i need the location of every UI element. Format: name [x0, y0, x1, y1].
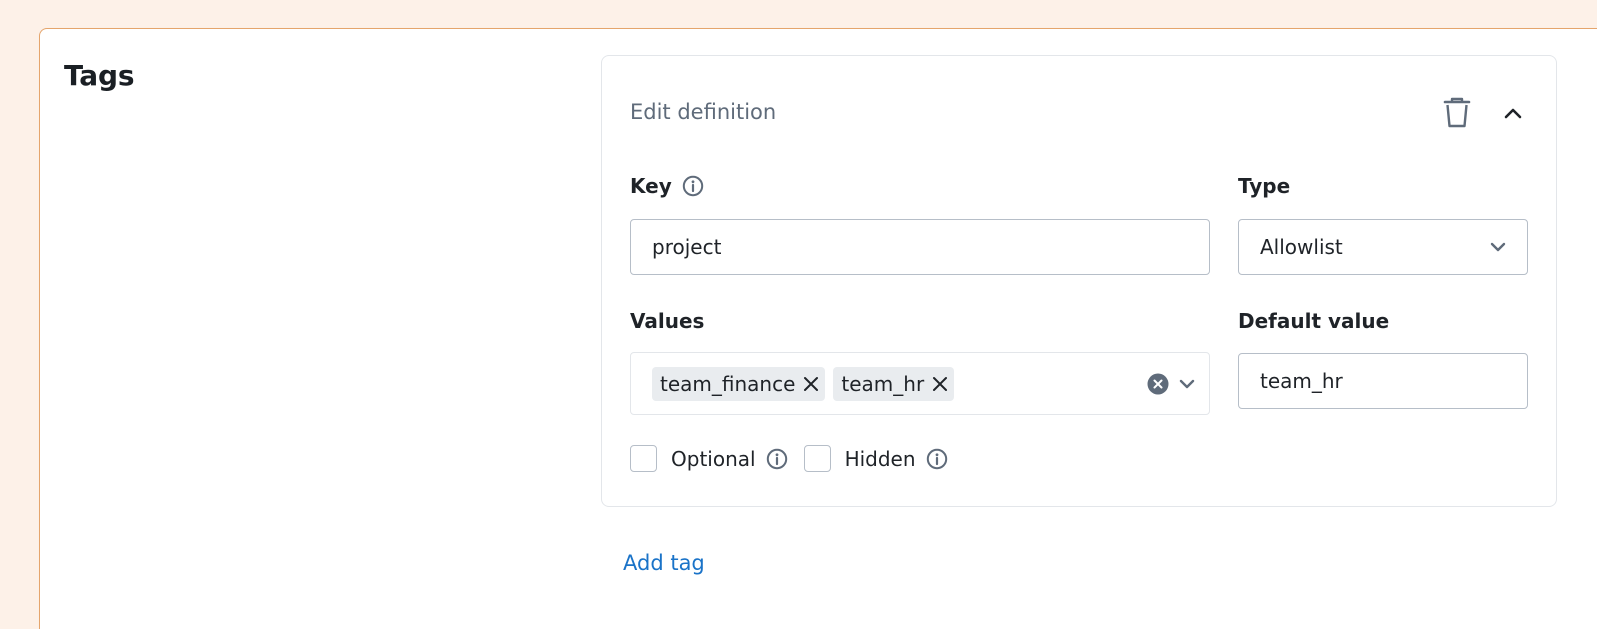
delete-definition-button[interactable]	[1437, 93, 1477, 133]
info-icon[interactable]	[926, 448, 948, 470]
card-title: Edit definition	[630, 100, 777, 124]
type-selected-value: Allowlist	[1260, 235, 1343, 259]
key-label: Key	[630, 174, 672, 198]
values-multiselect[interactable]: team_finance team_hr	[630, 352, 1210, 415]
key-input[interactable]	[630, 219, 1210, 275]
trash-icon	[1443, 97, 1471, 128]
optional-checkbox[interactable]	[630, 445, 657, 472]
type-select[interactable]: Allowlist	[1238, 219, 1528, 275]
value-chip-label: team_finance	[660, 371, 796, 396]
value-chip: team_hr	[833, 366, 955, 401]
chevron-down-icon[interactable]	[1179, 379, 1195, 389]
type-label: Type	[1238, 174, 1291, 198]
chevron-up-icon	[1504, 108, 1522, 119]
remove-chip-icon[interactable]	[803, 376, 819, 392]
chevron-down-icon	[1490, 242, 1506, 252]
hidden-checkbox[interactable]	[803, 445, 831, 472]
section-title: Tags	[64, 59, 135, 92]
default-value-label: Default value	[1238, 309, 1390, 333]
key-label-row: Key	[630, 174, 704, 198]
optional-label: Optional	[671, 446, 756, 471]
clear-values-icon[interactable]	[1147, 373, 1169, 395]
hidden-label: Hidden	[844, 446, 916, 471]
add-tag-link[interactable]: Add tag	[623, 551, 705, 575]
values-label: Values	[630, 309, 705, 333]
info-icon[interactable]	[766, 448, 788, 470]
value-chip-label: team_hr	[841, 371, 925, 396]
options-row: Optional Hidden	[630, 445, 948, 472]
tag-definition-card: Edit definition Key Type Allowlis	[601, 55, 1557, 507]
remove-chip-icon[interactable]	[932, 376, 948, 392]
default-value-input[interactable]	[1238, 353, 1528, 409]
tags-panel: Tags Edit definition Key Type	[39, 28, 1597, 629]
collapse-button[interactable]	[1493, 93, 1533, 133]
info-icon[interactable]	[682, 175, 704, 197]
value-chip: team_finance	[652, 366, 826, 401]
